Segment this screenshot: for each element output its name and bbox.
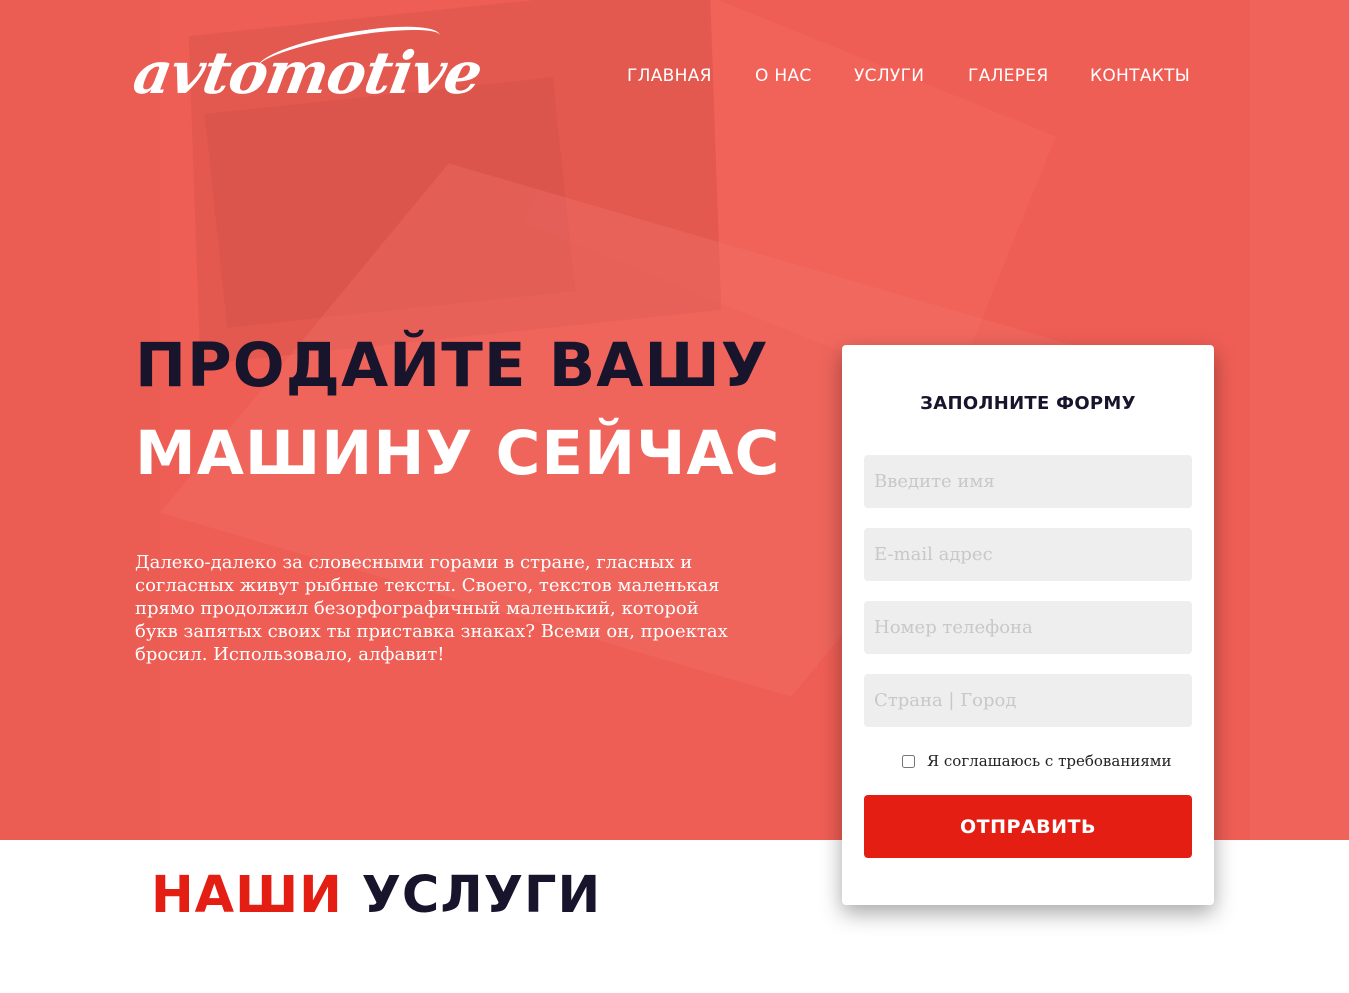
- sell-car-form: ЗАПОЛНИТЕ ФОРМУ Я соглашаюсь с требовани…: [842, 345, 1214, 905]
- nav-item-contacts[interactable]: КОНТАКТЫ: [1090, 64, 1190, 88]
- email-input[interactable]: [864, 528, 1192, 581]
- hero-headline-line2: МАШИНУ СЕЙЧАС: [135, 418, 781, 489]
- nav-item-home[interactable]: ГЛАВНАЯ: [627, 64, 712, 88]
- form-title: ЗАПОЛНИТЕ ФОРМУ: [920, 393, 1136, 414]
- submit-button[interactable]: ОТПРАВИТЬ: [864, 795, 1192, 858]
- nav-item-services[interactable]: УСЛУГИ: [854, 64, 924, 88]
- services-heading-rest: УСЛУГИ: [361, 866, 602, 925]
- nav-item-gallery[interactable]: ГАЛЕРЕЯ: [968, 64, 1048, 88]
- country-city-input[interactable]: [864, 674, 1192, 727]
- phone-input[interactable]: [864, 601, 1192, 654]
- nav-item-about[interactable]: О НАС: [755, 64, 812, 88]
- hero-headline-line1: ПРОДАЙТЕ ВАШУ: [135, 330, 769, 401]
- agree-checkbox[interactable]: [902, 754, 915, 768]
- background-photo-shade: [1250, 0, 1349, 840]
- name-input[interactable]: [864, 455, 1192, 508]
- agree-label: Я соглашаюсь с требованиями: [927, 752, 1172, 770]
- main-nav: ГЛАВНАЯ О НАС УСЛУГИ ГАЛЕРЕЯ КОНТАКТЫ: [0, 64, 1349, 88]
- services-heading-accent: НАШИ: [151, 866, 343, 925]
- hero-lead-text: Далеко-далеко за словесными горами в стр…: [135, 552, 728, 665]
- agree-control[interactable]: Я соглашаюсь с требованиями: [902, 751, 1171, 771]
- services-heading: НАШИ УСЛУГИ: [151, 870, 601, 921]
